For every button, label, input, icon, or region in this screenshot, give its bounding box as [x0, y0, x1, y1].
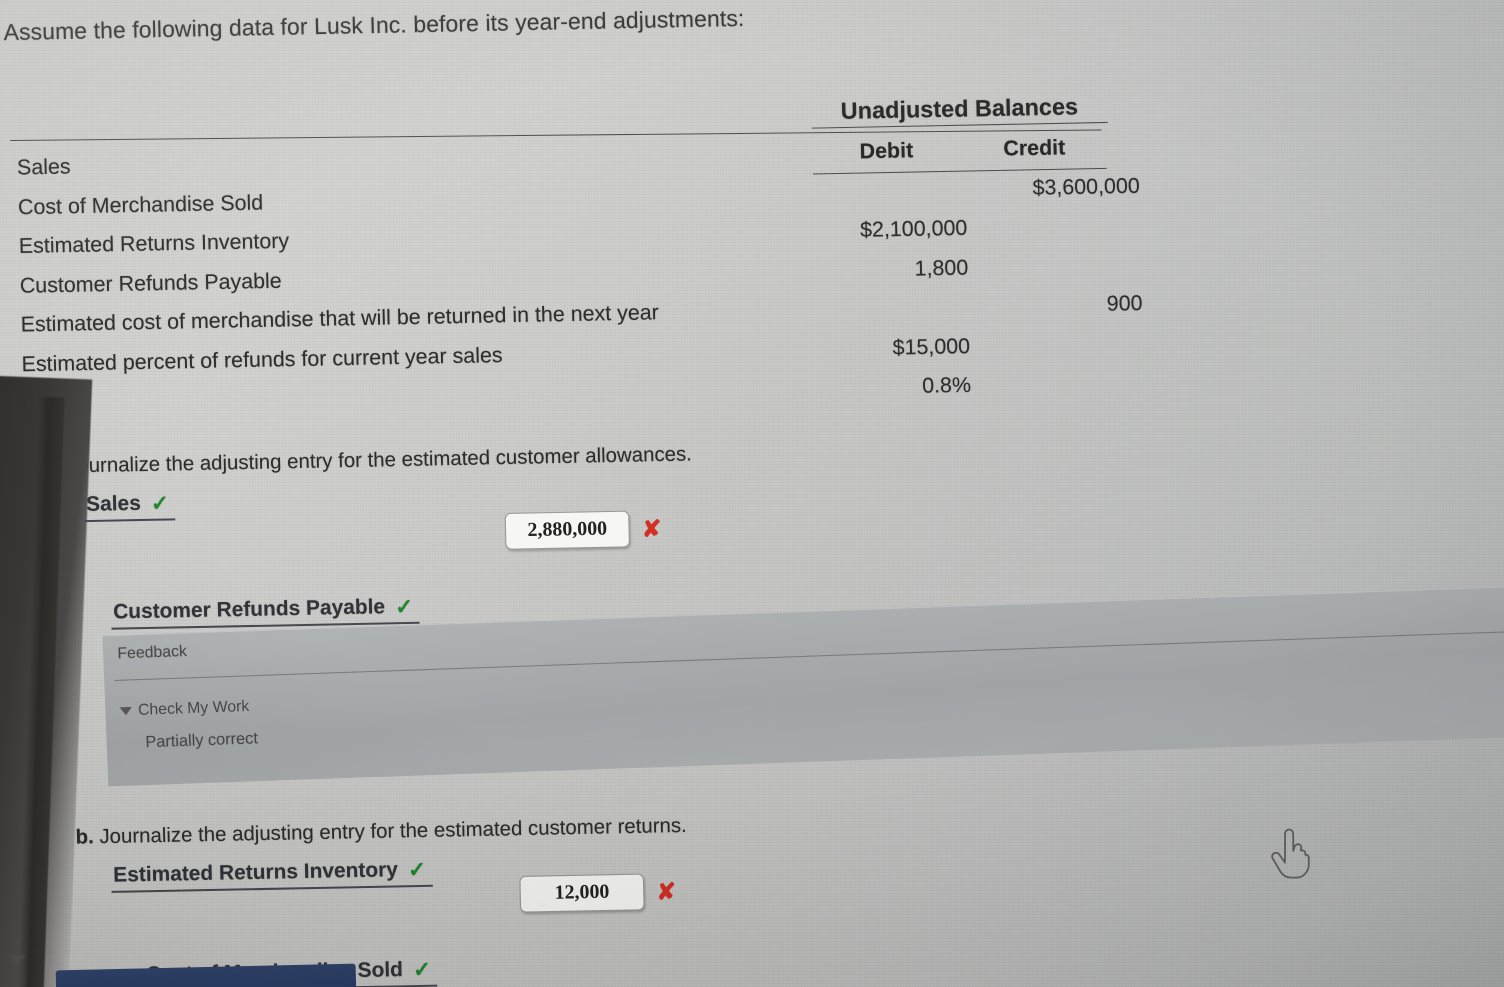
row-label: Estimated Returns Inventory	[18, 229, 290, 259]
row-label: Customer Refunds Payable	[19, 268, 282, 298]
check-my-work-label: Check My Work	[137, 697, 250, 719]
part-b-account-2-label: Cost of Merchandise Sold	[145, 957, 404, 987]
chevron-down-icon	[119, 706, 133, 716]
pointing-hand-cursor-icon	[1271, 828, 1310, 879]
row-credit-value: 900	[1106, 291, 1143, 316]
cross-icon: ✘	[656, 877, 677, 905]
part-b-marker: b.	[75, 825, 95, 849]
part-a-account-1-label: Sales	[85, 491, 142, 516]
screen-photo: Assume the following data for Lusk Inc. …	[0, 0, 1504, 987]
part-b-account-1-label: Estimated Returns Inventory	[112, 857, 399, 887]
check-icon: ✓	[407, 857, 427, 882]
part-b-account-2[interactable]: Cost of Merchandise Sold ✓	[143, 957, 438, 987]
check-my-work-toggle[interactable]: Check My Work	[119, 697, 250, 721]
row-debit-value: 0.8%	[921, 373, 972, 398]
balances-group-header: Unadjusted Balances	[811, 92, 1108, 129]
part-a-account-2-label: Customer Refunds Payable	[112, 594, 386, 624]
row-debit-value: $2,100,000	[859, 216, 968, 242]
part-b-block: b. Journalize the adjusting entry for th…	[75, 807, 1098, 987]
row-label: Cost of Merchandise Sold	[17, 190, 264, 219]
check-icon: ✓	[412, 957, 432, 982]
check-icon: ✓	[150, 491, 170, 516]
row-debit-value: $15,000	[892, 334, 971, 360]
row-debit-value	[812, 138, 965, 141]
feedback-divider	[114, 630, 1504, 681]
row-debit-value: 1,800	[914, 255, 969, 281]
part-a-account-2[interactable]: Customer Refunds Payable ✓	[110, 594, 420, 630]
row-label: Sales	[16, 155, 71, 180]
check-icon: ✓	[394, 594, 414, 619]
part-a-account-1[interactable]: Sales ✓	[83, 490, 176, 523]
feedback-title: Feedback	[117, 642, 188, 663]
part-a-block: a. Journalize the adjusting entry for th…	[44, 436, 1067, 675]
part-a-marker: a.	[44, 455, 62, 478]
exercise-intro: Assume the following data for Lusk Inc. …	[3, 5, 745, 46]
table-body: Sales Cost of Merchandise Sold $3,600,000 E…	[16, 135, 1143, 431]
row-credit-value: $3,600,000	[1032, 173, 1141, 200]
feedback-result: Partially correct	[145, 730, 259, 752]
row-credit-value	[986, 135, 1139, 138]
part-b-account-1[interactable]: Estimated Returns Inventory ✓	[110, 857, 433, 893]
scroll-down-caret-icon[interactable]	[8, 955, 26, 965]
